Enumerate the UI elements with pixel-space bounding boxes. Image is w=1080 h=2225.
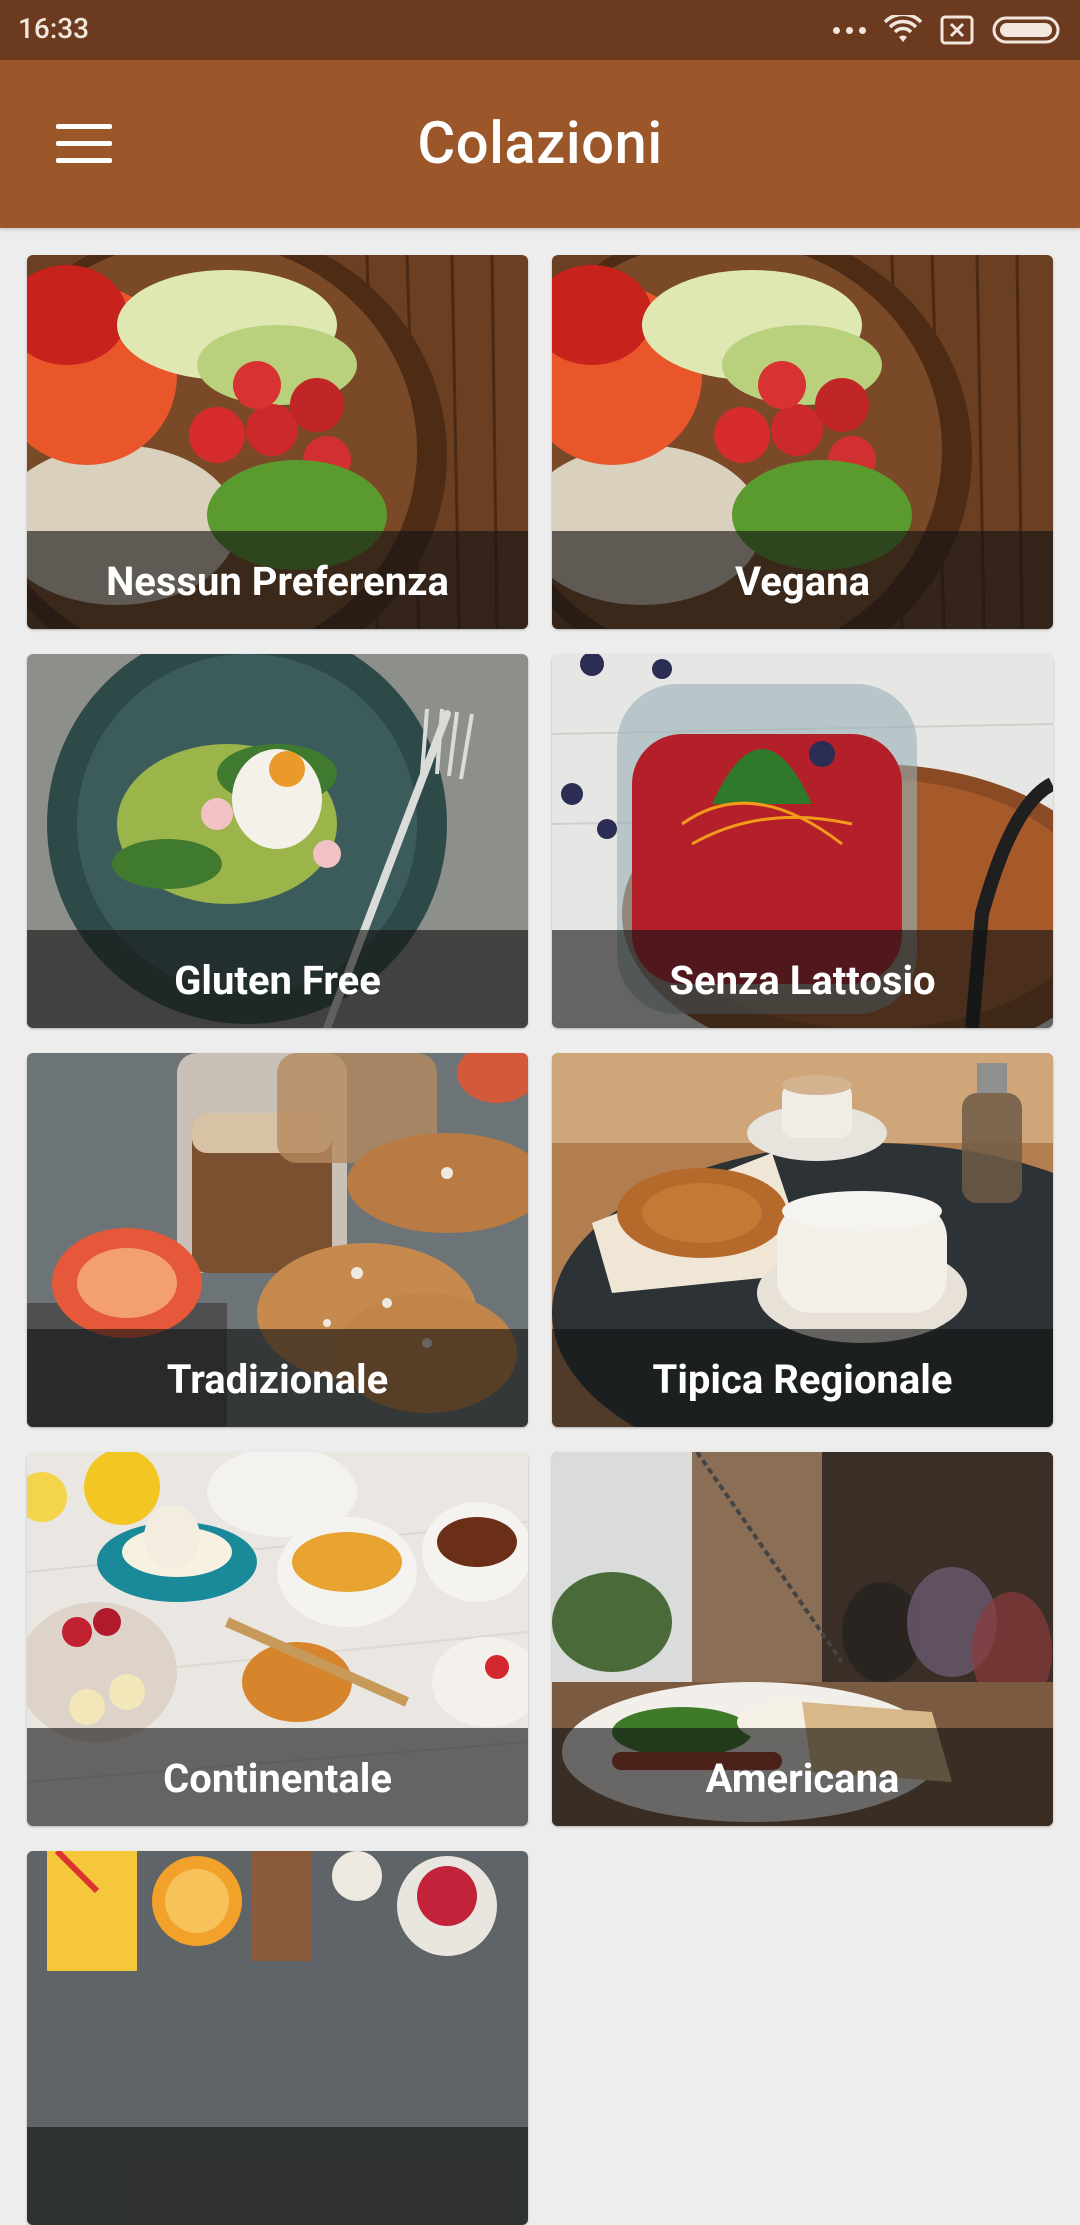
category-label: Nessun Preferenza [106, 558, 449, 605]
status-time: 16:33 [18, 12, 90, 45]
category-card-americana[interactable]: Americana [552, 1452, 1053, 1826]
status-icons [833, 14, 1064, 46]
category-label: Senza Lattosio [669, 957, 936, 1004]
category-label: Tipica Regionale [652, 1356, 953, 1403]
category-card-tipica-regionale[interactable]: Tipica Regionale [552, 1053, 1053, 1427]
category-card-vegana[interactable]: Vegana [552, 255, 1053, 629]
category-card-senza-lattosio[interactable]: Senza Lattosio [552, 654, 1053, 1028]
sim-x-icon [940, 15, 974, 45]
category-label: Gluten Free [174, 957, 381, 1004]
status-bar: 16:33 [0, 0, 1080, 60]
category-label: Americana [705, 1755, 900, 1802]
category-card-tradizionale[interactable]: Tradizionale [27, 1053, 528, 1427]
category-card-nessun-preferenza[interactable]: Nessun Preferenza [27, 255, 528, 629]
category-label: Tradizionale [166, 1356, 389, 1403]
dots-icon [833, 26, 866, 34]
category-card-gluten-free[interactable]: Gluten Free [27, 654, 528, 1028]
category-label: Vegana [735, 558, 870, 605]
category-card-continentale[interactable]: Continentale [27, 1452, 528, 1826]
page-title: Colazioni [417, 110, 663, 178]
app-bar: Colazioni [0, 60, 1080, 228]
battery-icon [992, 16, 1060, 44]
category-card-partial[interactable] [27, 1851, 528, 2225]
category-label: Continentale [163, 1755, 392, 1802]
wifi-icon [884, 15, 922, 42]
